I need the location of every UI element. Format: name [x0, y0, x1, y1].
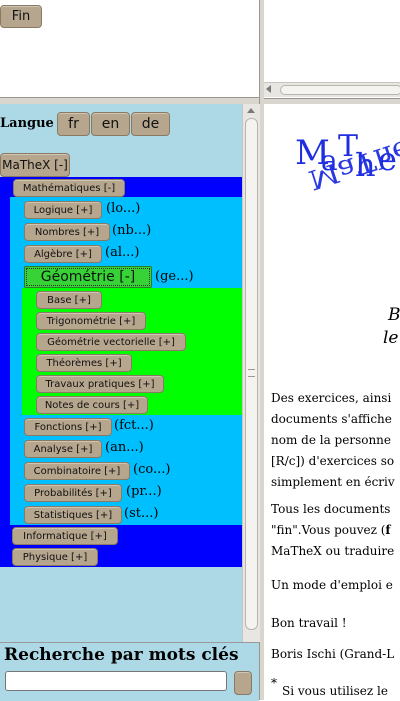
- tree-statistiques-button[interactable]: Statistiques [+]: [24, 506, 122, 524]
- tree-informatique-button[interactable]: Informatique [+]: [12, 527, 118, 545]
- tree-probabilites-abbr: (pr...): [126, 484, 162, 499]
- scroll-left-arrow-icon[interactable]: [266, 85, 271, 93]
- tree-nombres-button[interactable]: Nombres [+]: [24, 223, 110, 241]
- content-text: "fin".Vous pouvez (: [271, 523, 386, 537]
- lang-en-button[interactable]: en: [91, 112, 130, 136]
- search-button[interactable]: [234, 671, 252, 695]
- tree-geo-theoremes-button[interactable]: Théorèmes [+]: [36, 354, 132, 372]
- tree-geo-vectorielle-button[interactable]: Géométrie vectorielle [+]: [36, 333, 186, 351]
- content-line: simplement en écriv: [271, 475, 395, 489]
- tree-logique-abbr: (lo...): [106, 201, 141, 216]
- lang-fr-button[interactable]: fr: [57, 112, 90, 136]
- mathex-logo-icon: M a T h e MaThe: [295, 129, 400, 196]
- tree-fonctions-button[interactable]: Fonctions [+]: [24, 418, 112, 436]
- tree-fonctions-abbr: (fct...): [114, 418, 154, 433]
- mathex-logo: M a T h e MaThe: [295, 126, 400, 246]
- tree-geo-tp-button[interactable]: Travaux pratiques [+]: [36, 375, 164, 393]
- tree-combinatoire-abbr: (co...): [133, 462, 171, 477]
- lang-de-button[interactable]: de: [131, 112, 170, 136]
- nav-scrollbar-thumb[interactable]: [245, 118, 258, 630]
- content-bold-text: f: [385, 523, 391, 537]
- content-bon-travail: Bon travail !: [271, 616, 347, 630]
- tree-geo-base-button[interactable]: Base [+]: [36, 291, 102, 309]
- search-input[interactable]: [5, 671, 227, 691]
- tree-mathex-button[interactable]: MaTheX [-]: [0, 153, 70, 177]
- content-line: documents s'affiche: [271, 412, 392, 426]
- tree-geometrie-abbr: (ge...): [155, 269, 194, 284]
- content-paragraph-3: Un mode d'emploi e: [271, 578, 393, 592]
- content-line: MaTheX ou traduire: [271, 544, 395, 558]
- tree-geometrie-button[interactable]: Géométrie [-]: [24, 266, 152, 288]
- content-line: Tous les documents: [271, 502, 391, 516]
- tree-nombres-abbr: (nb...): [112, 223, 152, 238]
- tree-geo-notes-button[interactable]: Notes de cours [+]: [36, 396, 148, 414]
- tree-algebre-button[interactable]: Algèbre [+]: [24, 245, 102, 263]
- tree-analyse-button[interactable]: Analyse [+]: [24, 440, 102, 458]
- tree-math-button[interactable]: Mathématiques [-]: [13, 179, 125, 197]
- tree-combinatoire-button[interactable]: Combinatoire [+]: [24, 462, 130, 480]
- scroll-up-arrow-icon[interactable]: [247, 108, 255, 113]
- content-line: "fin".Vous pouvez (f: [271, 520, 400, 541]
- scroll-grip-icon: [248, 369, 255, 377]
- tree-statistiques-abbr: (st...): [124, 506, 159, 521]
- footnote-star: *: [271, 676, 277, 690]
- content-line: Des exercices, ainsi: [271, 391, 392, 405]
- language-label: Langue: [0, 116, 54, 131]
- tree-algebre-abbr: (al...): [105, 245, 140, 260]
- tree-physique-button[interactable]: Physique [+]: [12, 548, 98, 566]
- content-author: Boris Ischi (Grand-L: [271, 647, 395, 661]
- top-right-scrollbar-thumb[interactable]: [280, 85, 400, 95]
- top-right-scrollbar[interactable]: [264, 82, 400, 97]
- content-paragraph-2: Tous les documents "fin".Vous pouvez (f …: [271, 499, 400, 562]
- tree-probabilites-button[interactable]: Probabilités [+]: [24, 484, 122, 502]
- tree-logique-button[interactable]: Logique [+]: [24, 201, 102, 219]
- fin-button[interactable]: Fin: [0, 5, 42, 28]
- content-paragraph-1: Des exercices, ainsi documents s'affiche…: [271, 388, 400, 493]
- tree-analyse-abbr: (an...): [105, 440, 144, 455]
- content-footnote: Si vous utilisez le: [282, 684, 388, 698]
- search-heading: Recherche par mots clés: [4, 645, 239, 665]
- content-line: [R/c]) d'exercices so: [271, 454, 395, 468]
- intro-italic-2: le: [383, 328, 399, 348]
- content-line: nom de la personne: [271, 433, 392, 447]
- intro-italic-1: B: [388, 305, 400, 325]
- tree-geo-trigo-button[interactable]: Trigonométrie [+]: [36, 312, 146, 330]
- nav-scrollbar[interactable]: [242, 104, 260, 642]
